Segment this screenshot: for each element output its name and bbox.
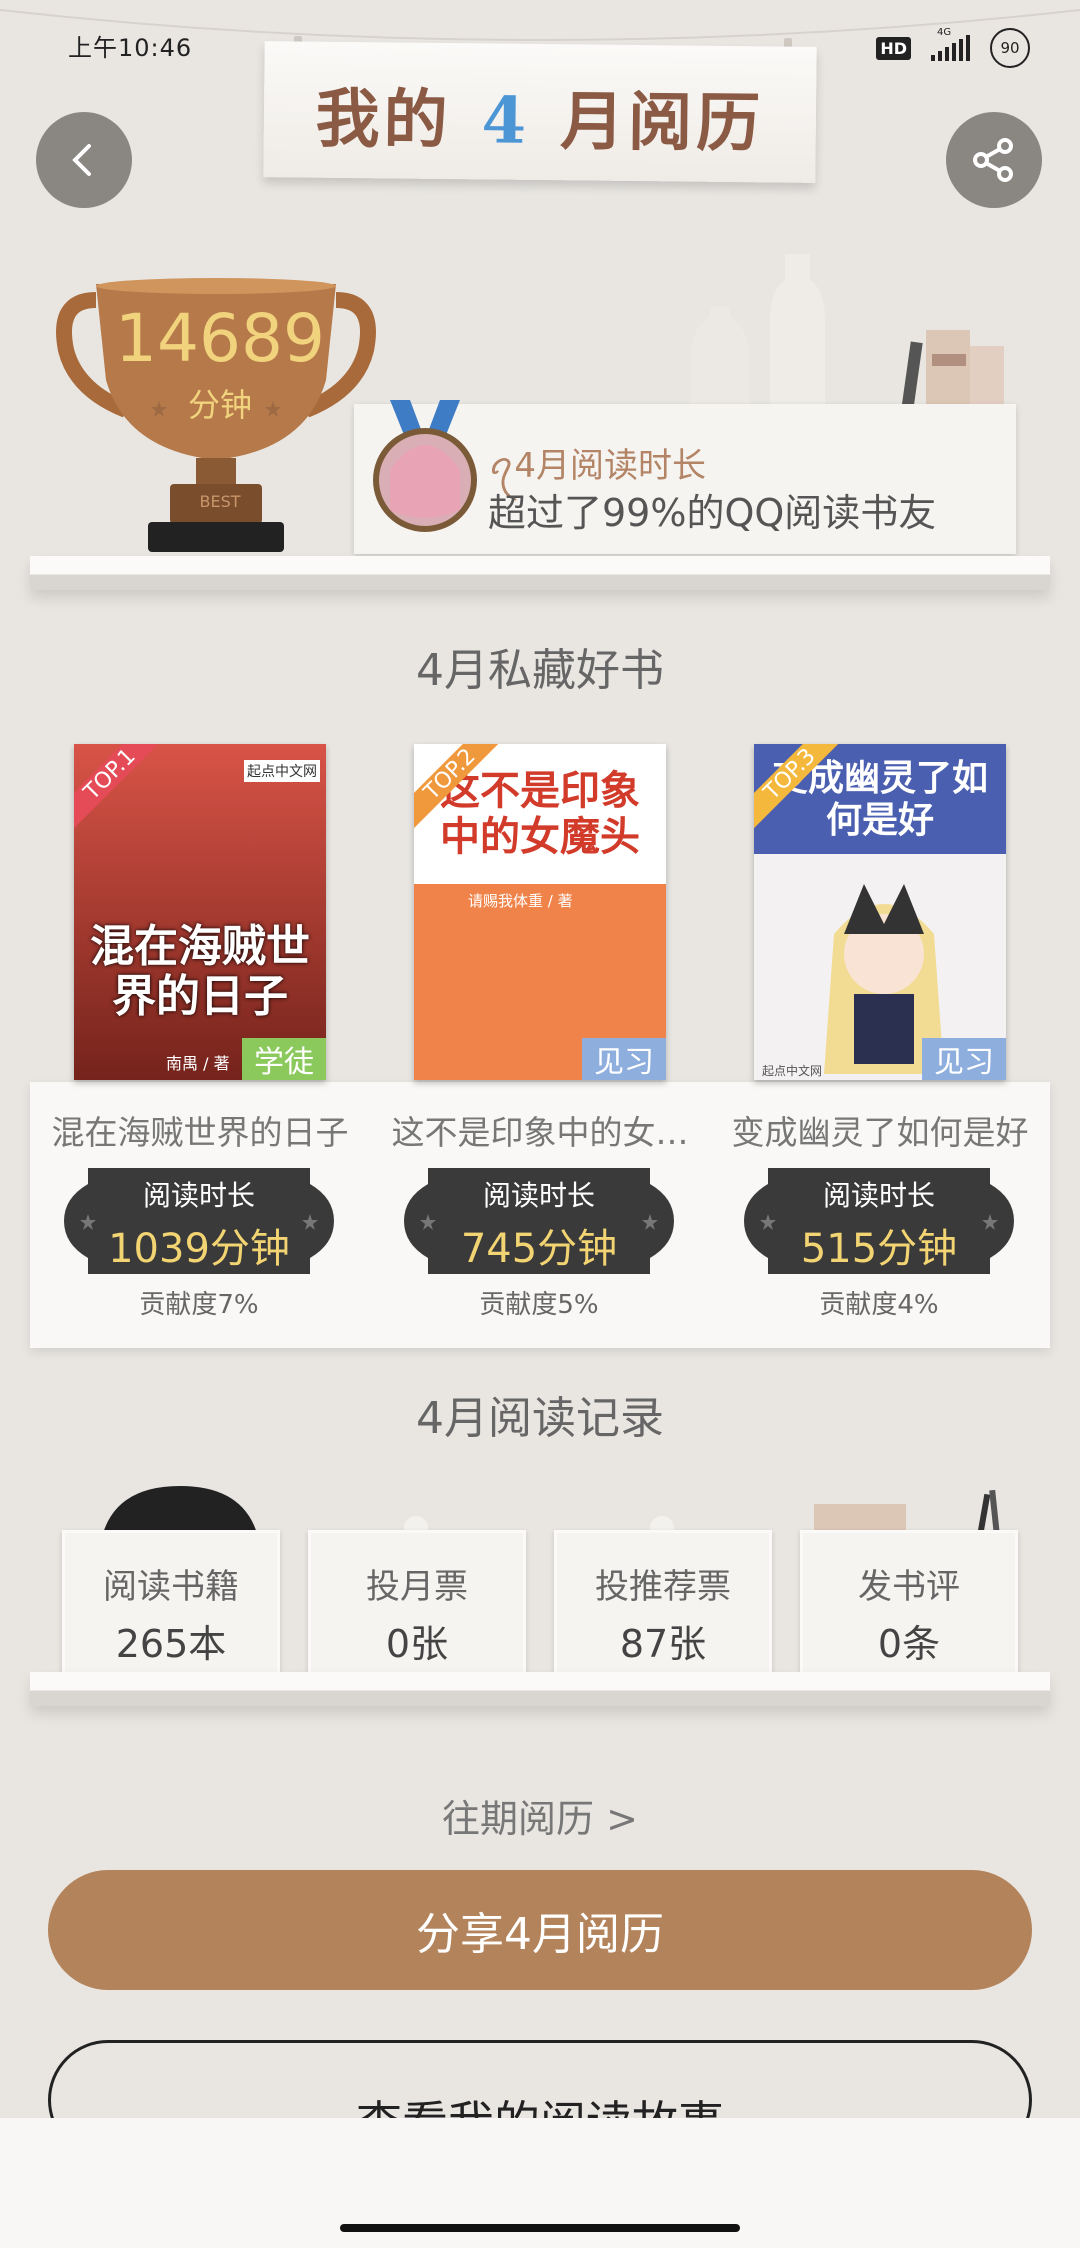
shelf-decorations: [690, 254, 1004, 410]
title-month: 4: [481, 83, 531, 159]
cover-author-2: 请赐我体重 / 著: [468, 892, 573, 910]
book-title-3[interactable]: 变成幽灵了如何是好: [710, 1106, 1050, 1154]
back-button[interactable]: [36, 112, 132, 208]
stat-card-books: 阅读书籍 265本: [62, 1530, 280, 1680]
stat-card-recommend-tickets: 投推荐票 87张: [554, 1530, 772, 1680]
stat-label-books: 阅读书籍: [103, 1567, 239, 1607]
badge-value-1: 1039分钟: [108, 1226, 290, 1272]
title-banner: 我的 4 月阅历: [263, 41, 817, 183]
share-month-button[interactable]: 分享4月阅历: [48, 1870, 1032, 1990]
book-title-1[interactable]: 混在海贼世界的日子: [30, 1106, 370, 1154]
reading-minutes-unit: 分钟: [187, 386, 252, 424]
contribution-3: 贡献度4%: [819, 1290, 939, 1320]
share-icon: [973, 138, 1013, 182]
records-title: 4月阅读记录: [416, 1393, 664, 1444]
page-title: 我的 4 月阅历: [263, 67, 816, 165]
records-shelf: [30, 1672, 1050, 1706]
favorites-title: 4月私藏好书: [416, 645, 664, 696]
title-suffix: 月阅历: [559, 84, 765, 162]
history-link[interactable]: 往期阅历 >: [0, 1788, 1080, 1843]
chevron-left-icon: [72, 144, 91, 176]
rank-description: 超过了99%的QQ阅读书友: [488, 491, 937, 535]
share-button[interactable]: [946, 112, 1042, 208]
stat-card-monthly-tickets: 投月票 0张: [308, 1530, 526, 1680]
stat-value-monthly-tickets: 0张: [385, 1622, 449, 1666]
badge-label-2: 阅读时长: [482, 1179, 595, 1212]
medal-avatar: [373, 400, 477, 532]
stat-label-monthly-tickets: 投月票: [366, 1567, 468, 1607]
cover-publisher-1: 起点中文网: [244, 760, 320, 782]
home-indicator[interactable]: [340, 2224, 740, 2232]
reading-minutes: 14689: [115, 300, 325, 377]
cover-text-1: 混在海贼世界的日子: [90, 921, 310, 1022]
stat-label-recommend-tickets: 投推荐票: [595, 1567, 731, 1607]
badge-label-1: 阅读时长: [142, 1179, 255, 1212]
book-cover-3[interactable]: 变成幽灵了如何是好 起点中文网 TOP.3 见习: [754, 744, 1006, 1080]
badge-label-3: 阅读时长: [822, 1179, 935, 1212]
cover-publisher-3: 起点中文网: [762, 1064, 823, 1078]
reader-level-tag-2: 见习: [582, 1038, 666, 1080]
stat-value-recommend-tickets: 87张: [619, 1622, 707, 1666]
reader-level-tag-3: 见习: [922, 1038, 1006, 1080]
cover-author-1: 南禺 / 著: [166, 1054, 230, 1073]
stat-label-reviews: 发书评: [858, 1567, 960, 1607]
book-cover-1[interactable]: 混在海贼世界的日子 起点中文网 南禺 / 著 TOP.1 学徒: [74, 744, 326, 1080]
stat-value-books: 265本: [115, 1622, 227, 1666]
stat-value-reviews: 0条: [877, 1622, 941, 1666]
badge-value-2: 745分钟: [460, 1226, 618, 1272]
book-cover-2[interactable]: 这不是印象中的女魔头 请赐我体重 / 著 TOP.2 见习: [414, 744, 666, 1080]
reader-level-tag-1: 学徒: [242, 1038, 326, 1080]
book-title-2[interactable]: 这不是印象中的女…: [370, 1106, 710, 1154]
stat-card-reviews: 发书评 0条: [800, 1530, 1018, 1680]
contribution-1: 贡献度7%: [139, 1290, 259, 1320]
trophy-tag: BEST: [199, 492, 241, 511]
title-prefix: 我的: [315, 81, 453, 159]
contribution-2: 贡献度5%: [479, 1290, 599, 1320]
badge-value-3: 515分钟: [800, 1226, 958, 1272]
trophy-shelf: [30, 556, 1050, 590]
